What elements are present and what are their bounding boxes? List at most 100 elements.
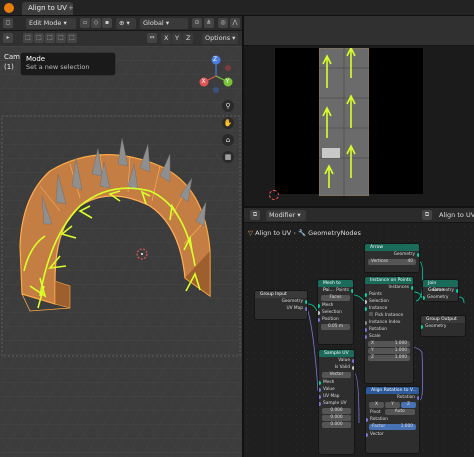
- pivot-icon[interactable]: ⊙: [192, 18, 202, 28]
- align-factor-field[interactable]: Factor 1.000: [369, 424, 416, 430]
- proportional-edit-icon[interactable]: ◎: [218, 18, 228, 28]
- select-subtract-icon[interactable]: ⬚: [45, 33, 55, 43]
- mtp-points-output[interactable]: Points: [318, 287, 353, 294]
- suv-sample-z[interactable]: 0.000: [322, 422, 351, 428]
- camera-view-icon[interactable]: ⌂: [222, 134, 234, 146]
- select-intersect-icon[interactable]: ⬚: [67, 33, 77, 43]
- iop-index-input[interactable]: Instance Index: [365, 319, 413, 326]
- align-vector-input[interactable]: Vector: [366, 431, 419, 438]
- group-output-node[interactable]: Group Output Geometry: [420, 315, 466, 337]
- suv-value-output[interactable]: Value: [319, 357, 354, 364]
- align-axis-x[interactable]: X: [369, 402, 384, 408]
- group-input-node[interactable]: Group Input Geometry UV Map: [254, 290, 308, 320]
- image-editor-header: [244, 16, 474, 46]
- go-geometry-label: Geometry: [425, 324, 447, 329]
- vertices-label: Vertices: [371, 259, 389, 264]
- transform-label: Global: [143, 19, 164, 27]
- face-select-icon[interactable]: ▪: [102, 18, 112, 28]
- edge-select-icon[interactable]: ◇: [91, 18, 101, 28]
- iop-pick-instance[interactable]: Pick Instance: [365, 312, 413, 319]
- node-editor[interactable]: ▽ Align to UV › 🔧 GeometryNodes Arrow Ge…: [244, 223, 474, 457]
- vertex-select-icon[interactable]: ▫: [80, 18, 90, 28]
- workspace-tab[interactable]: Align to UV: [22, 2, 73, 15]
- image-editor[interactable]: [244, 46, 474, 206]
- node-group-name[interactable]: Align to UV: [436, 210, 474, 221]
- object-icon[interactable]: ⧉: [422, 210, 432, 220]
- modifier-dropdown[interactable]: Modifier ▾: [266, 210, 306, 221]
- suv-isvalid-output[interactable]: Is Valid: [319, 364, 354, 371]
- align-axis-y[interactable]: Y: [385, 402, 400, 408]
- sample-uv-node[interactable]: Sample UV Value Is Valid Vector Mesh Val…: [318, 349, 355, 455]
- pivot-dropdown[interactable]: Auto: [384, 409, 415, 415]
- iop-scale-x[interactable]: X 1.000: [368, 341, 410, 347]
- zoom-icon[interactable]: ⚲: [222, 100, 234, 112]
- select-box-icon[interactable]: ⬚: [23, 33, 33, 43]
- arrow-geometry-output[interactable]: Geometry: [365, 251, 419, 258]
- transform-orientation-dropdown[interactable]: Global ▾: [140, 18, 188, 29]
- view-menu[interactable]: ⊕ ▾: [116, 18, 136, 29]
- group-input-geometry[interactable]: Geometry: [255, 298, 307, 305]
- iop-points-input[interactable]: Points: [365, 291, 413, 298]
- options-dropdown[interactable]: Options ▾: [202, 33, 238, 44]
- mesh-to-points-node[interactable]: Mesh to Poi... Points Faces Mesh Selecti…: [317, 279, 354, 345]
- select-extend-icon[interactable]: ⬚: [34, 33, 44, 43]
- mtp-points-label: Points: [336, 288, 349, 293]
- editor-type-icon[interactable]: ◻: [3, 18, 13, 28]
- mtp-radius-field[interactable]: 0.05 m: [321, 324, 350, 330]
- blender-logo-icon[interactable]: [4, 3, 14, 13]
- mtp-selection-input[interactable]: Selection: [318, 309, 353, 316]
- join-geometry-output[interactable]: Geometry: [423, 287, 458, 294]
- factor-value: 1.000: [400, 424, 413, 429]
- iop-scale-input[interactable]: Scale: [365, 333, 413, 340]
- mtp-mesh-label: Mesh: [322, 303, 334, 308]
- iop-instances-output[interactable]: Instances: [365, 284, 413, 291]
- mirror-icon[interactable]: ⇔: [147, 33, 157, 43]
- iop-selection-input[interactable]: Selection: [365, 298, 413, 305]
- navigation-gizmo[interactable]: Z X Y: [196, 54, 236, 94]
- instance-on-points-node[interactable]: Instance on Points Instances Points Sele…: [364, 276, 414, 384]
- snap-icon[interactable]: ⋔: [204, 18, 214, 28]
- viewport-canvas[interactable]: [0, 46, 242, 457]
- overlay-icon[interactable]: ⋀: [230, 18, 240, 28]
- group-output-geometry[interactable]: Geometry: [421, 323, 465, 330]
- suv-uvmap-input[interactable]: UV Map: [319, 393, 354, 400]
- tool-select-icon[interactable]: ▸: [3, 33, 13, 43]
- join-geometry-input[interactable]: Geometry: [423, 294, 458, 301]
- suv-mesh-input[interactable]: Mesh: [319, 379, 354, 386]
- align-axis-z[interactable]: Z: [401, 402, 416, 408]
- scale-z-label: Z: [371, 355, 374, 360]
- align-rotation-output[interactable]: Rotation: [366, 394, 419, 401]
- pick-checkbox[interactable]: [369, 312, 373, 316]
- align-rotation-input[interactable]: Rotation: [366, 416, 419, 423]
- join-geometry-node[interactable]: Join Geome... Geometry Geometry: [422, 279, 459, 302]
- iop-rotation-input[interactable]: Rotation: [365, 326, 413, 333]
- pan-icon[interactable]: ✋: [222, 117, 234, 129]
- suv-type-dropdown[interactable]: Vector: [322, 372, 351, 378]
- select-invert-icon[interactable]: ⬚: [56, 33, 66, 43]
- axis-z-toggle[interactable]: Z: [183, 33, 193, 44]
- suv-value-label: Value: [338, 358, 350, 363]
- iop-scale-z[interactable]: Z 1.000: [368, 355, 410, 361]
- align-pivot-row: Pivot Auto: [366, 409, 419, 416]
- iop-scale-y[interactable]: Y 1.000: [368, 348, 410, 354]
- suv-value-input[interactable]: Value: [319, 386, 354, 393]
- mtp-position-input[interactable]: Position: [318, 316, 353, 323]
- iop-instance-input[interactable]: Instance: [365, 305, 413, 312]
- add-workspace-button[interactable]: +: [68, 2, 74, 15]
- 2d-cursor-icon[interactable]: [269, 190, 279, 200]
- mtp-mesh-input[interactable]: Mesh: [318, 302, 353, 309]
- suv-sample-x[interactable]: 0.000: [322, 408, 351, 414]
- 3d-viewport[interactable]: Cam (1) Z X Y ⚲ ✋ ⌂ ▦: [0, 46, 242, 457]
- mtp-mode-dropdown[interactable]: Faces: [321, 295, 350, 301]
- mode-dropdown[interactable]: Edit Mode ▾: [26, 18, 76, 29]
- group-input-uvmap[interactable]: UV Map: [255, 305, 307, 312]
- align-rotation-node[interactable]: Align Rotation to V... Rotation X Y Z Pi…: [365, 386, 420, 454]
- suv-sample-y[interactable]: 0.000: [322, 415, 351, 421]
- suv-sample-input[interactable]: Sample UV: [319, 400, 354, 407]
- arrow-vertices-field[interactable]: Vertices 40: [368, 259, 416, 265]
- axis-x-toggle[interactable]: X: [161, 33, 171, 44]
- perspective-toggle-icon[interactable]: ▦: [222, 151, 234, 163]
- arrow-node[interactable]: Arrow Geometry Vertices 40: [364, 243, 420, 273]
- node-editor-type-icon[interactable]: ⧉: [250, 210, 260, 220]
- axis-y-toggle[interactable]: Y: [172, 33, 182, 44]
